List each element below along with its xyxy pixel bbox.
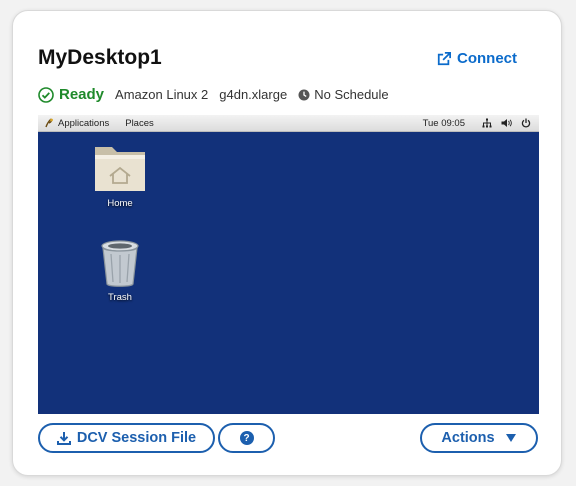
- desktop-preview[interactable]: Applications Places Tue 09:05 Home Trash: [38, 115, 539, 414]
- schedule-info: No Schedule: [298, 87, 389, 102]
- trash-icon-label: Trash: [108, 292, 132, 303]
- help-button[interactable]: ?: [218, 423, 275, 453]
- check-circle-icon: [38, 86, 54, 103]
- status-label: Ready: [59, 86, 105, 103]
- actions-label: Actions: [441, 430, 495, 446]
- clock-icon: [298, 89, 310, 100]
- home-desktop-icon[interactable]: Home: [80, 143, 160, 209]
- schedule-label: No Schedule: [314, 87, 389, 102]
- power-icon[interactable]: [521, 118, 531, 128]
- status-ready: Ready: [38, 86, 104, 103]
- external-link-icon: [437, 51, 451, 65]
- trash-desktop-icon[interactable]: Trash: [80, 239, 160, 303]
- actions-button[interactable]: Actions: [420, 423, 538, 453]
- dcv-session-file-label: DCV Session File: [76, 430, 197, 446]
- volume-icon[interactable]: [501, 118, 512, 128]
- gnome-top-bar: Applications Places Tue 09:05: [38, 115, 539, 132]
- home-folder-icon: [95, 147, 145, 191]
- places-menu[interactable]: Places: [125, 118, 154, 129]
- desktop-card: MyDesktop1 Connect Ready Amazon Linux 2 …: [12, 10, 562, 476]
- connect-label: Connect: [457, 50, 517, 67]
- status-row: Ready Amazon Linux 2 g4dn.xlarge No Sche…: [38, 86, 389, 103]
- download-icon: [56, 432, 71, 445]
- network-icon[interactable]: [482, 118, 492, 128]
- applications-menu[interactable]: Applications: [58, 118, 109, 129]
- dcv-session-file-button[interactable]: DCV Session File: [38, 423, 215, 453]
- os-label: Amazon Linux 2: [115, 87, 209, 102]
- instance-type-label: g4dn.xlarge: [219, 87, 288, 102]
- home-icon-label: Home: [107, 198, 133, 209]
- applications-icon: [45, 118, 53, 128]
- triangle-down-icon: [505, 434, 516, 442]
- clock-label[interactable]: Tue 09:05: [423, 118, 465, 129]
- desktop-title: MyDesktop1: [38, 46, 162, 69]
- trash-icon: [101, 240, 139, 287]
- connect-link[interactable]: Connect: [437, 50, 517, 67]
- help-icon: ?: [239, 431, 254, 445]
